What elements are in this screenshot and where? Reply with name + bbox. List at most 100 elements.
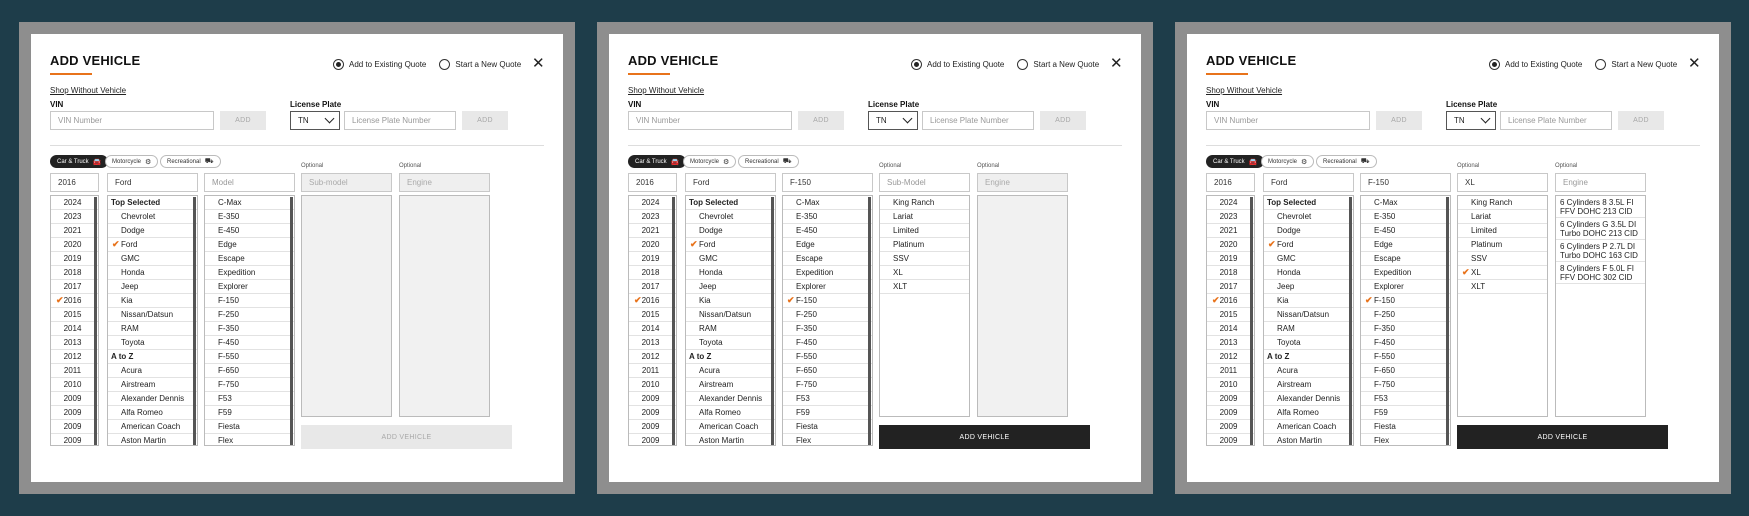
list-item[interactable]: Expedition — [1361, 266, 1450, 280]
list-item[interactable]: Toyota — [108, 336, 197, 350]
list-item[interactable]: Limited — [1458, 224, 1547, 238]
submodel-list[interactable] — [301, 195, 392, 417]
license-plate-input[interactable]: License Plate Number — [922, 111, 1034, 130]
make-list[interactable]: Top Selected Chevrolet Dodge ✔ Ford GMC Honda J… — [685, 195, 776, 446]
list-item[interactable]: 2013 — [1207, 336, 1254, 350]
list-item[interactable]: 2017 — [629, 280, 676, 294]
list-item[interactable]: Explorer — [1361, 280, 1450, 294]
list-item[interactable]: 2018 — [629, 266, 676, 280]
list-item[interactable]: Jeep — [1264, 280, 1353, 294]
list-item[interactable]: Acura — [108, 364, 197, 378]
list-item[interactable]: 2011 — [51, 364, 98, 378]
list-item[interactable]: ✔ Ford — [108, 238, 197, 252]
list-item[interactable]: Escape — [783, 252, 872, 266]
list-item[interactable]: Nissan/Datsun — [1264, 308, 1353, 322]
engine-list[interactable] — [977, 195, 1068, 417]
list-item[interactable]: Nissan/Datsun — [108, 308, 197, 322]
list-item[interactable]: E-450 — [1361, 224, 1450, 238]
year-input[interactable]: 2016 — [1206, 173, 1255, 192]
list-item[interactable]: Chevrolet — [108, 210, 197, 224]
list-item[interactable]: Airstream — [1264, 378, 1353, 392]
plate-add-button[interactable]: ADD — [1040, 111, 1086, 130]
make-list[interactable]: Top Selected Chevrolet Dodge ✔ Ford GMC Honda J… — [1263, 195, 1354, 446]
list-item[interactable]: 2013 — [629, 336, 676, 350]
list-item[interactable]: RAM — [1264, 322, 1353, 336]
list-item[interactable]: GMC — [686, 252, 775, 266]
vin-input[interactable]: VIN Number — [50, 111, 214, 130]
list-item[interactable]: RAM — [108, 322, 197, 336]
radio-new-quote[interactable]: Start a New Quote — [439, 59, 521, 70]
list-item[interactable]: Chevrolet — [1264, 210, 1353, 224]
list-item[interactable]: 2009 — [51, 434, 98, 445]
list-item[interactable]: F53 — [1361, 392, 1450, 406]
list-item[interactable]: F-650 — [1361, 364, 1450, 378]
list-item[interactable]: Honda — [108, 266, 197, 280]
list-item[interactable]: F59 — [205, 406, 294, 420]
list-item[interactable]: 2009 — [629, 434, 676, 445]
radio-existing-quote[interactable]: Add to Existing Quote — [1489, 59, 1582, 70]
list-item[interactable]: F-250 — [205, 308, 294, 322]
list-item[interactable]: 2012 — [1207, 350, 1254, 364]
list-item[interactable]: GMC — [108, 252, 197, 266]
list-item[interactable]: F-450 — [205, 336, 294, 350]
list-item[interactable]: 2024 — [1207, 196, 1254, 210]
chip-recreational[interactable]: Recreational ⛟ — [1316, 155, 1377, 168]
list-item[interactable]: 6 Cylinders G 3.5L DI Turbo DOHC 213 CID — [1556, 218, 1645, 240]
list-item[interactable]: Lariat — [1458, 210, 1547, 224]
list-item[interactable]: Alexander Dennis — [1264, 392, 1353, 406]
list-item[interactable]: Jeep — [686, 280, 775, 294]
list-item[interactable]: F-450 — [783, 336, 872, 350]
list-item[interactable]: 2009 — [51, 420, 98, 434]
list-item[interactable]: 2024 — [629, 196, 676, 210]
list-item[interactable]: 2009 — [51, 406, 98, 420]
add-vehicle-button[interactable]: ADD VEHICLE — [879, 425, 1090, 449]
list-item[interactable]: F-150 — [205, 294, 294, 308]
list-item[interactable]: Honda — [1264, 266, 1353, 280]
add-vehicle-button[interactable]: ADD VEHICLE — [301, 425, 512, 449]
list-item[interactable]: Fiesta — [205, 420, 294, 434]
list-item[interactable]: GMC — [1264, 252, 1353, 266]
list-item[interactable]: E-450 — [783, 224, 872, 238]
list-item[interactable]: F-750 — [205, 378, 294, 392]
list-item[interactable]: C-Max — [205, 196, 294, 210]
list-item[interactable]: Platinum — [880, 238, 969, 252]
list-item[interactable]: Edge — [1361, 238, 1450, 252]
list-item[interactable]: 2017 — [51, 280, 98, 294]
list-item[interactable]: Edge — [205, 238, 294, 252]
list-item[interactable]: Explorer — [205, 280, 294, 294]
list-item[interactable]: 2021 — [629, 224, 676, 238]
chip-car-truck[interactable]: Car & Truck 🚘 — [50, 155, 109, 168]
chip-recreational[interactable]: Recreational ⛟ — [160, 155, 221, 168]
list-item[interactable]: Acura — [1264, 364, 1353, 378]
list-item[interactable]: 8 Cylinders F 5.0L FI FFV DOHC 302 CID — [1556, 262, 1645, 284]
list-item[interactable]: F-550 — [783, 350, 872, 364]
submodel-input[interactable]: Sub-Model — [879, 173, 970, 192]
plate-add-button[interactable]: ADD — [1618, 111, 1664, 130]
list-item[interactable]: Toyota — [686, 336, 775, 350]
list-item[interactable]: RAM — [686, 322, 775, 336]
chip-car-truck[interactable]: Car & Truck 🚘 — [1206, 155, 1265, 168]
list-item[interactable]: F-350 — [205, 322, 294, 336]
list-item[interactable]: 2020 — [51, 238, 98, 252]
list-item[interactable]: Alfa Romeo — [686, 406, 775, 420]
list-item[interactable]: 2010 — [629, 378, 676, 392]
license-plate-input[interactable]: License Plate Number — [344, 111, 456, 130]
list-item[interactable]: American Coach — [686, 420, 775, 434]
list-item[interactable]: F-750 — [783, 378, 872, 392]
list-item[interactable]: 6 Cylinders 8 3.5L FI FFV DOHC 213 CID — [1556, 196, 1645, 218]
list-item[interactable]: 2009 — [1207, 434, 1254, 445]
list-item[interactable]: Dodge — [1264, 224, 1353, 238]
state-select[interactable]: TN — [868, 111, 918, 130]
list-item[interactable]: 2023 — [1207, 210, 1254, 224]
list-item[interactable]: 2009 — [629, 392, 676, 406]
list-item[interactable]: 2018 — [1207, 266, 1254, 280]
list-item[interactable]: 2009 — [629, 420, 676, 434]
list-item[interactable]: ✔ XL — [1458, 266, 1547, 280]
list-item[interactable]: Flex — [783, 434, 872, 445]
list-item[interactable]: SSV — [880, 252, 969, 266]
chip-motorcycle[interactable]: Motorcycle ⚙ — [105, 155, 159, 168]
make-input[interactable]: Ford — [685, 173, 776, 192]
list-item[interactable]: Alexander Dennis — [686, 392, 775, 406]
list-item[interactable]: Flex — [1361, 434, 1450, 445]
list-item[interactable]: Platinum — [1458, 238, 1547, 252]
